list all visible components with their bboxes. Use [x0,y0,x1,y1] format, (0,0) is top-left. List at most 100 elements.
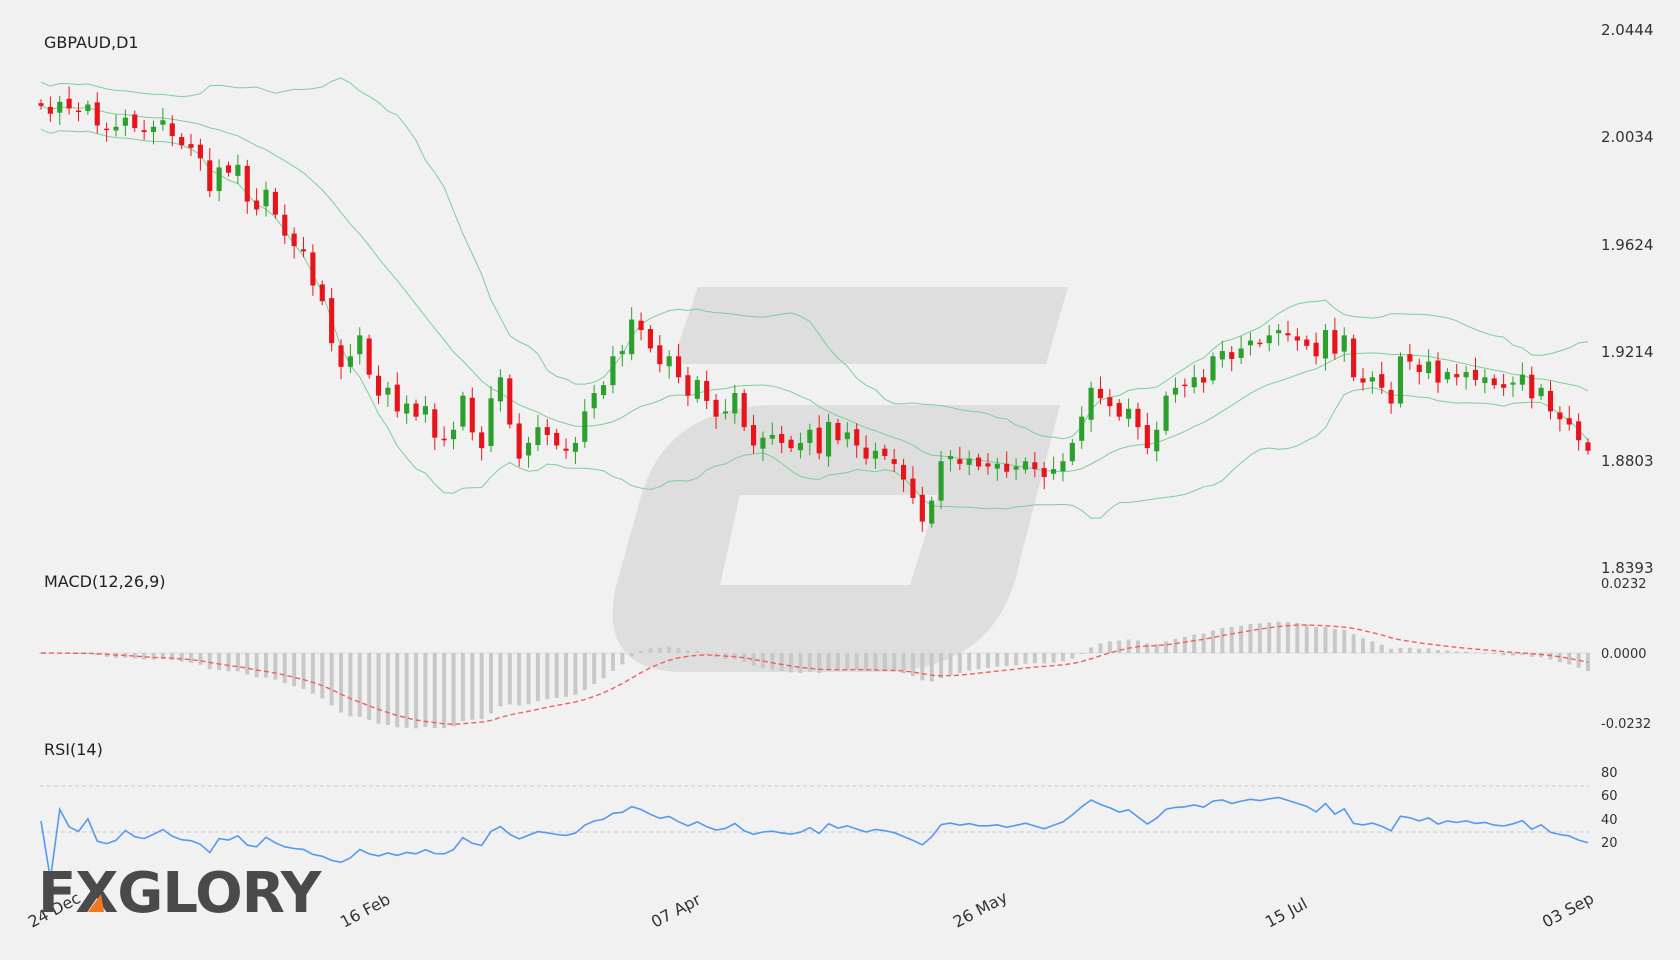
candle [1519,362,1525,391]
macd-bar [939,653,944,679]
candle-body [882,448,888,456]
candle [1088,381,1094,433]
macd-bar [1295,622,1300,653]
candle-body [1510,382,1516,385]
candle-body [1369,377,1375,382]
candle-body [572,442,578,452]
candle-body [741,393,747,428]
macd-bar [648,648,653,653]
macd-bar [882,653,887,671]
candle [1472,357,1479,386]
macd-bar [657,647,662,653]
candle [1566,405,1572,431]
macd-bar [1107,641,1112,653]
macd-bar [348,653,353,717]
candle-body [338,345,344,367]
macd-bar [1210,630,1215,653]
candle-body [497,377,503,402]
candle [572,436,578,465]
macd-bar [929,653,934,682]
candle-body [1501,384,1507,388]
candle [1538,383,1544,401]
macd-bar [854,653,859,670]
candle [75,102,82,122]
candle-body [844,432,850,440]
candle [47,96,53,122]
candle-body [582,411,588,442]
macd-bar [498,653,503,707]
candle [525,436,532,468]
candle [1210,352,1216,385]
candle-body [1088,387,1094,420]
macd-bar [470,653,475,720]
candle [1257,338,1263,348]
candle-body [1379,374,1385,388]
macd-bar [1004,653,1009,667]
macd-bar [798,653,803,673]
candle [535,414,541,452]
candle-body [507,378,513,425]
candle [647,325,653,353]
candle-body [1576,421,1582,441]
candle-body [600,385,607,396]
candle-body [1294,336,1300,341]
candle-body [1210,356,1216,381]
macd-bar [1482,653,1487,654]
macd-bar [1257,623,1262,653]
candle-body [1051,469,1057,474]
candle [1388,381,1394,414]
macd-bar [976,653,981,670]
candle-body [1566,418,1572,425]
candle [1576,413,1582,451]
candle [1172,377,1179,403]
macd-bar [404,653,409,728]
candle-body [272,191,278,215]
macd-bar [545,653,550,700]
macd-bar [695,651,700,653]
candle-body [807,429,813,443]
x-tick: 03 Sep [1539,889,1597,932]
candle [357,327,363,365]
candle [516,413,522,467]
x-tick: 07 Apr [648,890,704,932]
candle [122,109,128,136]
macd-bar [1342,629,1347,653]
macd-bar [526,653,531,705]
candle [38,99,44,110]
candle-body [207,160,213,192]
macd-bar [1567,653,1572,665]
candle-body [1191,377,1197,388]
candle-body [535,427,541,445]
macd-bar [873,653,878,671]
candle [1229,346,1235,372]
candle-body [282,214,288,236]
candle-body [1069,442,1075,462]
macd-tick: 0.0232 [1601,577,1647,592]
candle [1294,328,1300,351]
candle-body [704,380,710,401]
candle-body [375,375,382,396]
macd-bar [864,653,869,671]
x-tick: 16 Feb [337,890,393,932]
macd-tick: -0.0232 [1601,717,1651,732]
macd-bar [432,653,437,728]
macd-bar [1370,641,1375,653]
candle-body [432,409,438,438]
candle [319,280,325,306]
macd-label: MACD(12,26,9) [44,572,166,591]
candle [1191,364,1197,394]
rsi-label: RSI(14) [44,740,103,759]
macd-bar [442,653,447,729]
macd-bar [1079,653,1084,654]
macd-bar [957,653,962,673]
macd-bar [1248,624,1253,653]
candle [132,110,138,133]
macd-bar [1557,653,1562,663]
macd-bar [948,653,953,675]
candle-body [760,437,766,449]
candle [1351,334,1357,382]
macd-bar [1501,653,1506,656]
candle-body [1472,369,1479,380]
candle-body [441,438,447,441]
candle [1341,327,1347,362]
